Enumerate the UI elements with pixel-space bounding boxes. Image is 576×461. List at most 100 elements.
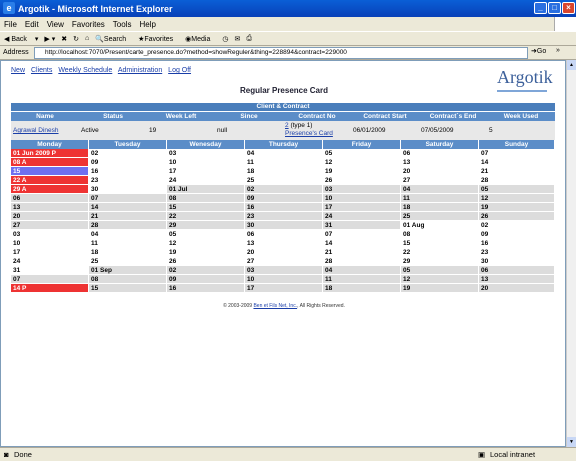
calendar-day-cell[interactable]: 19: [323, 167, 401, 176]
mail-icon[interactable]: ✉: [234, 35, 240, 43]
calendar-day-cell[interactable]: 07: [479, 149, 555, 158]
calendar-day-cell[interactable]: 09: [89, 158, 167, 167]
calendar-day-cell[interactable]: 02: [167, 266, 245, 275]
calendar-day-cell[interactable]: 24: [323, 212, 401, 221]
calendar-day-cell[interactable]: 06: [11, 194, 89, 203]
stop-icon[interactable]: ✖: [61, 35, 67, 43]
calendar-day-cell[interactable]: 07: [11, 275, 89, 284]
calendar-day-cell[interactable]: 28: [479, 176, 555, 185]
calendar-day-cell[interactable]: 17: [11, 248, 89, 257]
calendar-day-cell[interactable]: 15: [89, 284, 167, 293]
calendar-day-cell[interactable]: 01 Sep: [89, 266, 167, 275]
calendar-day-cell[interactable]: 11: [401, 194, 479, 203]
scroll-up-icon[interactable]: ▲: [567, 60, 576, 70]
calendar-day-cell[interactable]: 17: [245, 284, 323, 293]
calendar-day-cell[interactable]: 20: [11, 212, 89, 221]
menu-file[interactable]: File: [4, 20, 17, 29]
calendar-day-cell[interactable]: 04: [245, 149, 323, 158]
go-button[interactable]: ➜Go: [531, 47, 546, 55]
scroll-down-icon[interactable]: ▼: [567, 437, 576, 447]
calendar-day-cell[interactable]: 07: [89, 194, 167, 203]
calendar-day-cell[interactable]: 01 Aug: [401, 221, 479, 230]
history-icon[interactable]: ◷: [222, 35, 228, 43]
calendar-day-cell[interactable]: 08 A: [11, 158, 89, 167]
calendar-day-cell[interactable]: 21: [323, 248, 401, 257]
calendar-day-cell[interactable]: 17: [323, 203, 401, 212]
calendar-day-cell[interactable]: 19: [479, 203, 555, 212]
menu-tools[interactable]: Tools: [113, 20, 132, 29]
calendar-day-cell[interactable]: 02: [89, 149, 167, 158]
minimize-button[interactable]: _: [534, 2, 547, 14]
calendar-day-cell[interactable]: 19: [401, 284, 479, 293]
calendar-day-cell[interactable]: 12: [479, 194, 555, 203]
calendar-day-cell[interactable]: 07: [323, 230, 401, 239]
close-button[interactable]: ×: [562, 2, 575, 14]
calendar-day-cell[interactable]: 06: [479, 266, 555, 275]
calendar-day-cell[interactable]: 30: [479, 257, 555, 266]
maximize-button[interactable]: □: [548, 2, 561, 14]
calendar-day-cell[interactable]: 28: [89, 221, 167, 230]
calendar-day-cell[interactable]: 03: [167, 149, 245, 158]
calendar-day-cell[interactable]: 06: [401, 149, 479, 158]
contract-no-link[interactable]: 2: [285, 122, 289, 129]
calendar-day-cell[interactable]: 02: [479, 221, 555, 230]
calendar-day-cell[interactable]: 08: [167, 194, 245, 203]
calendar-day-cell[interactable]: 10: [11, 239, 89, 248]
calendar-day-cell[interactable]: 01 Jun 2009 P: [11, 149, 89, 158]
calendar-day-cell[interactable]: 11: [89, 239, 167, 248]
calendar-day-cell[interactable]: 05: [401, 266, 479, 275]
calendar-day-cell[interactable]: 19: [167, 248, 245, 257]
calendar-day-cell[interactable]: 13: [245, 239, 323, 248]
calendar-day-cell[interactable]: 14: [323, 239, 401, 248]
calendar-day-cell[interactable]: 29: [167, 221, 245, 230]
calendar-day-cell[interactable]: 16: [245, 203, 323, 212]
calendar-day-cell[interactable]: 08: [89, 275, 167, 284]
calendar-day-cell[interactable]: 02: [245, 185, 323, 194]
calendar-day-cell[interactable]: 31: [11, 266, 89, 275]
calendar-day-cell[interactable]: 26: [479, 212, 555, 221]
calendar-day-cell[interactable]: 20: [401, 167, 479, 176]
calendar-day-cell[interactable]: 20: [245, 248, 323, 257]
menu-favorites[interactable]: Favorites: [72, 20, 105, 29]
calendar-day-cell[interactable]: 21: [479, 167, 555, 176]
calendar-day-cell[interactable]: 16: [479, 239, 555, 248]
calendar-day-cell[interactable]: 26: [167, 257, 245, 266]
calendar-day-cell[interactable]: 12: [401, 275, 479, 284]
calendar-day-cell[interactable]: 08: [401, 230, 479, 239]
calendar-day-cell[interactable]: 20: [479, 284, 555, 293]
calendar-day-cell[interactable]: 16: [167, 284, 245, 293]
vertical-scrollbar[interactable]: ▲ ▼: [566, 60, 576, 447]
menu-view[interactable]: View: [47, 20, 64, 29]
calendar-day-cell[interactable]: 11: [245, 158, 323, 167]
calendar-day-cell[interactable]: 22 A: [11, 176, 89, 185]
nav-log-off[interactable]: Log Off: [168, 67, 191, 74]
calendar-day-cell[interactable]: 18: [245, 167, 323, 176]
client-name-link[interactable]: Agrawal Dinesh: [13, 127, 59, 134]
presence-card-link[interactable]: Presence's Card: [285, 130, 333, 137]
refresh-icon[interactable]: ↻: [73, 35, 79, 43]
calendar-day-cell[interactable]: 05: [323, 149, 401, 158]
calendar-day-cell[interactable]: 10: [323, 194, 401, 203]
calendar-day-cell[interactable]: 16: [89, 167, 167, 176]
calendar-day-cell[interactable]: 14: [479, 158, 555, 167]
calendar-day-cell[interactable]: 14: [89, 203, 167, 212]
calendar-day-cell[interactable]: 27: [245, 257, 323, 266]
calendar-day-cell[interactable]: 05: [167, 230, 245, 239]
calendar-day-cell[interactable]: 15: [167, 203, 245, 212]
calendar-day-cell[interactable]: 25: [89, 257, 167, 266]
calendar-day-cell[interactable]: 18: [401, 203, 479, 212]
calendar-day-cell[interactable]: 06: [245, 230, 323, 239]
calendar-day-cell[interactable]: 21: [89, 212, 167, 221]
calendar-day-cell[interactable]: 23: [479, 248, 555, 257]
calendar-day-cell[interactable]: 09: [167, 275, 245, 284]
calendar-day-cell[interactable]: 03: [11, 230, 89, 239]
calendar-day-cell[interactable]: 03: [245, 266, 323, 275]
back-button[interactable]: ◀ Back ▾: [4, 35, 38, 43]
calendar-day-cell[interactable]: 13: [11, 203, 89, 212]
favorites-button[interactable]: ★Favorites: [138, 35, 179, 43]
calendar-day-cell[interactable]: 22: [167, 212, 245, 221]
forward-button[interactable]: ▶ ▾: [44, 35, 55, 43]
calendar-day-cell[interactable]: 12: [323, 158, 401, 167]
menu-help[interactable]: Help: [139, 20, 155, 29]
calendar-day-cell[interactable]: 31: [323, 221, 401, 230]
